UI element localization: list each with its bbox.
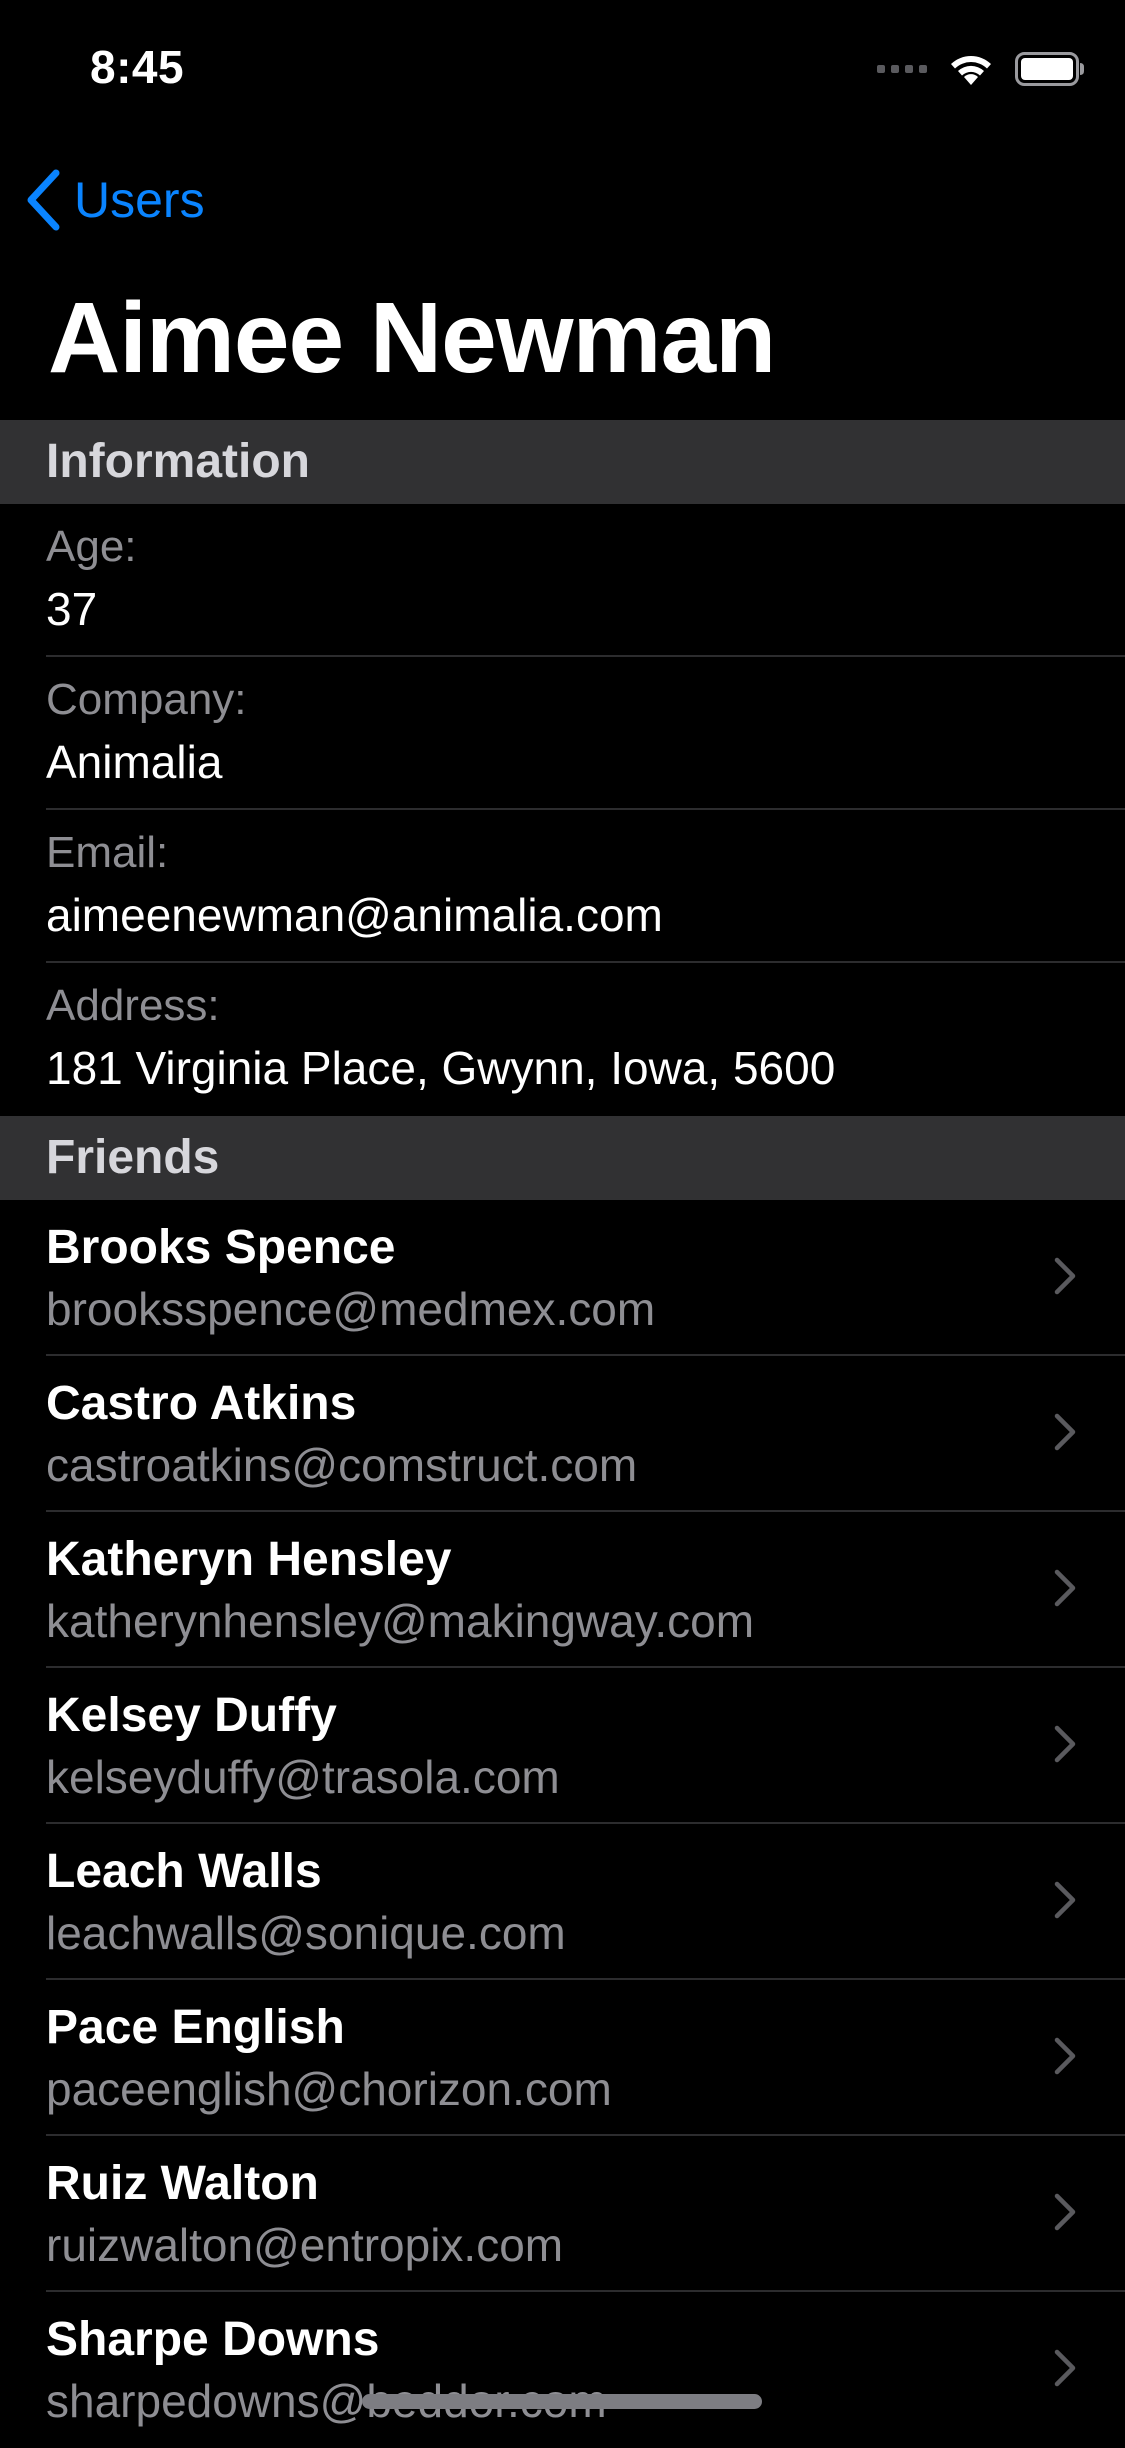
friend-email: katherynhensley@makingway.com (46, 1595, 755, 1647)
info-label: Age: (46, 522, 137, 571)
information-section-header: Information (0, 420, 1125, 504)
chevron-right-icon (1054, 1257, 1076, 1295)
info-row-company: Company: Animalia (0, 657, 1125, 810)
wifi-icon (951, 56, 991, 85)
friends-section-header: Friends (0, 1116, 1125, 1200)
status-icons (877, 52, 1085, 86)
back-button-label: Users (74, 172, 205, 228)
info-value: 37 (46, 583, 98, 635)
friend-row[interactable]: Sharpe Downs sharpedowns@beddor.com (0, 2292, 1125, 2448)
friend-name: Kelsey Duffy (46, 1689, 337, 1742)
friend-row[interactable]: Pace English paceenglish@chorizon.com (0, 1980, 1125, 2136)
info-row-age: Age: 37 (0, 504, 1125, 657)
info-label: Address: (46, 981, 220, 1030)
friend-email: brooksspence@medmex.com (46, 1283, 656, 1335)
status-time: 8:45 (90, 41, 185, 93)
friends-section-title: Friends (46, 1131, 220, 1184)
friend-name: Brooks Spence (46, 1221, 396, 1274)
info-value: aimeenewman@animalia.com (46, 889, 663, 941)
battery-icon (1015, 52, 1084, 86)
chevron-right-icon (1054, 2193, 1076, 2231)
friend-name: Katheryn Hensley (46, 1533, 452, 1586)
friend-row[interactable]: Katheryn Hensley katherynhensley@makingw… (0, 1512, 1125, 1668)
chevron-right-icon (1054, 2037, 1076, 2075)
chevron-right-icon (1054, 1725, 1076, 1763)
friend-row[interactable]: Ruiz Walton ruizwalton@entropix.com (0, 2136, 1125, 2292)
chevron-left-icon (27, 169, 60, 231)
chevron-right-icon (1054, 1569, 1076, 1607)
back-button[interactable]: Users (24, 165, 205, 235)
status-bar: 8:45 (0, 0, 1125, 140)
chevron-right-icon (1054, 2349, 1076, 2387)
info-row-email: Email: aimeenewman@animalia.com (0, 810, 1125, 963)
friend-row[interactable]: Leach Walls leachwalls@sonique.com (0, 1824, 1125, 1980)
friend-email: castroatkins@comstruct.com (46, 1439, 638, 1491)
chevron-right-icon (1054, 1413, 1076, 1451)
cellular-signal-icon (877, 65, 927, 73)
friend-name: Leach Walls (46, 1845, 322, 1898)
friend-row[interactable]: Castro Atkins castroatkins@comstruct.com (0, 1356, 1125, 1512)
friend-email: paceenglish@chorizon.com (46, 2063, 612, 2115)
page-title: Aimee Newman (48, 282, 776, 394)
info-value: Animalia (46, 736, 223, 788)
friend-name: Castro Atkins (46, 1377, 357, 1430)
info-label: Email: (46, 828, 169, 877)
friend-name: Sharpe Downs (46, 2313, 380, 2366)
information-section-title: Information (46, 435, 310, 488)
info-value: 181 Virginia Place, Gwynn, Iowa, 5600 (46, 1042, 836, 1094)
friend-row[interactable]: Kelsey Duffy kelseyduffy@trasola.com (0, 1668, 1125, 1824)
friend-email: leachwalls@sonique.com (46, 1907, 566, 1959)
friend-name: Pace English (46, 2001, 345, 2054)
chevron-right-icon (1054, 1881, 1076, 1919)
home-indicator[interactable] (362, 2394, 762, 2409)
friend-email: ruizwalton@entropix.com (46, 2219, 564, 2271)
friend-email: kelseyduffy@trasola.com (46, 1751, 560, 1803)
info-row-address: Address: 181 Virginia Place, Gwynn, Iowa… (0, 963, 1125, 1116)
friend-name: Ruiz Walton (46, 2157, 319, 2210)
friend-row[interactable]: Brooks Spence brooksspence@medmex.com (0, 1200, 1125, 1356)
info-label: Company: (46, 675, 247, 724)
